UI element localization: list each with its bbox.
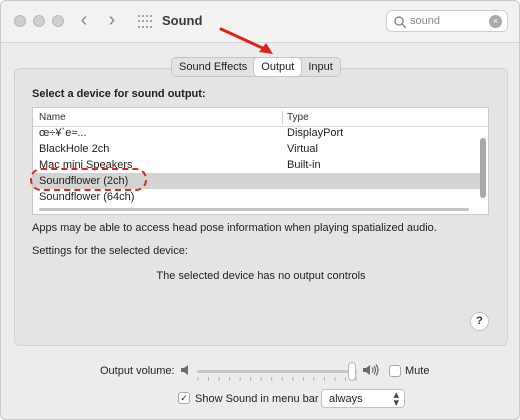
- back-icon[interactable]: ‹: [73, 10, 95, 32]
- forward-icon[interactable]: ›: [101, 10, 123, 32]
- spatial-audio-note: Apps may be able to access head pose inf…: [32, 222, 437, 234]
- device-list-heading: Select a device for sound output:: [32, 88, 206, 100]
- column-header-type[interactable]: Type: [287, 112, 309, 123]
- menu-bar-visibility-value: always: [329, 393, 363, 405]
- menu-bar-visibility-select[interactable]: always ▴ ▾: [321, 389, 405, 409]
- mute-checkbox[interactable]: [389, 365, 401, 377]
- mute-label[interactable]: Mute: [405, 365, 429, 377]
- search-field[interactable]: ×: [386, 10, 508, 32]
- annotation-arrow: [219, 27, 273, 54]
- table-row[interactable]: œ÷¥`e≈... DisplayPort: [33, 125, 480, 141]
- tab-bar: Sound Effects Output Input: [171, 57, 341, 77]
- show-all-grid-icon[interactable]: [138, 15, 152, 29]
- minimize-window-button[interactable]: [33, 15, 45, 27]
- table-row[interactable]: Soundflower (64ch): [33, 189, 480, 205]
- device-settings-label: Settings for the selected device:: [32, 245, 188, 257]
- search-icon: [394, 16, 407, 29]
- show-in-menu-bar-label[interactable]: Show Sound in menu bar: [195, 393, 319, 405]
- window-title: Sound: [162, 13, 203, 28]
- close-window-button[interactable]: [14, 15, 26, 27]
- device-type: DisplayPort: [287, 127, 344, 139]
- zoom-window-button[interactable]: [52, 15, 64, 27]
- tab-input[interactable]: Input: [301, 58, 339, 76]
- device-name: BlackHole 2ch: [39, 143, 110, 155]
- table-row[interactable]: BlackHole 2ch Virtual: [33, 141, 480, 157]
- volume-slider-knob[interactable]: [348, 362, 357, 381]
- tab-output[interactable]: Output: [254, 58, 302, 76]
- device-name: œ÷¥`e≈...: [39, 127, 87, 139]
- annotation-highlight-circle: [30, 168, 147, 191]
- output-device-table: Name Type œ÷¥`e≈... DisplayPort BlackHol…: [32, 107, 489, 215]
- vertical-scrollbar[interactable]: [480, 138, 486, 198]
- help-button[interactable]: ?: [470, 312, 489, 331]
- slider-ticks: [197, 377, 357, 381]
- output-volume-label: Output volume:: [100, 365, 175, 377]
- tab-sound-effects[interactable]: Sound Effects: [172, 58, 254, 76]
- sound-preferences-window: ‹ › Sound × Sound Effects Output Input S…: [0, 0, 520, 420]
- device-type: Built-in: [287, 159, 321, 171]
- chevron-up-down-icon: ▴ ▾: [393, 389, 399, 409]
- column-divider: [282, 111, 283, 124]
- horizontal-scrollbar[interactable]: [39, 208, 469, 211]
- device-name: Soundflower (64ch): [39, 191, 135, 203]
- search-input[interactable]: [410, 13, 486, 29]
- device-type: Virtual: [287, 143, 318, 155]
- output-volume-slider[interactable]: [197, 370, 357, 373]
- clear-search-icon[interactable]: ×: [489, 15, 502, 28]
- show-in-menu-bar-checkbox[interactable]: ✓: [178, 392, 190, 404]
- speaker-high-icon: [363, 364, 379, 376]
- speaker-low-icon: [181, 365, 188, 375]
- column-header-name[interactable]: Name: [39, 112, 66, 123]
- no-output-controls-message: The selected device has no output contro…: [156, 270, 366, 282]
